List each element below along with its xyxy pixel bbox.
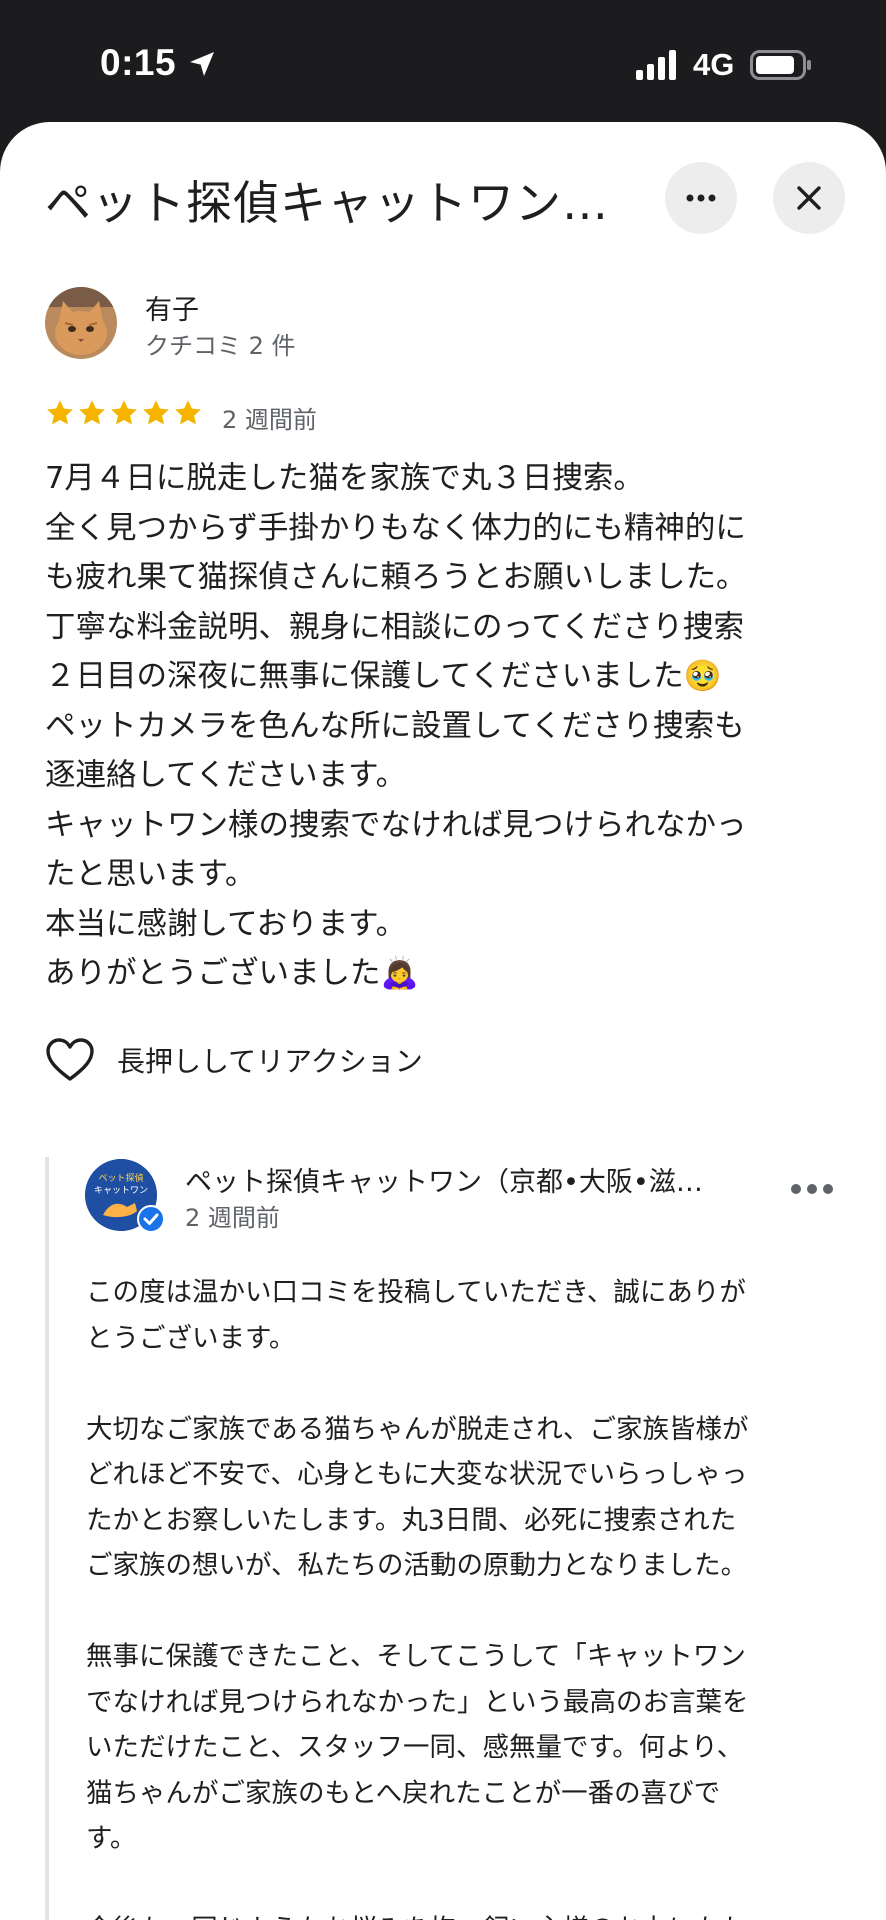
signal-icon (636, 50, 676, 80)
review-sheet: ペット探偵キャットワン… 有子 クチコミ 2 件 2 週間前 7月４日に脱走した… (0, 122, 886, 1920)
reply-line (86, 1361, 846, 1407)
star-icon (143, 400, 169, 425)
reply-line: いただけたこと、スタッフ一同、感無量です。何より、 (86, 1732, 744, 1763)
review-line: 本当に感謝しております。 (45, 906, 407, 942)
reply-line: この度は温かい口コミを投稿していただき、誠にありが (86, 1277, 746, 1308)
star-rating (45, 398, 203, 428)
place-title: ペット探偵キャットワン… (45, 176, 609, 230)
svg-text:ペット探偵: ペット探偵 (98, 1172, 143, 1184)
reply-line: 猫ちゃんがご家族のもとへ戻れたことが一番の喜びで (86, 1777, 721, 1809)
reply-line: 今後も、同じようなお悩みを抱つ飼い主様のお力になれ (86, 1907, 846, 1920)
svg-text:キャットワン: キャットワン (94, 1186, 148, 1196)
more-horizontal-icon (686, 194, 716, 202)
reply-line: たかとお察しいたします。丸3日間、必死に捜索された (86, 1504, 737, 1536)
owner-reply-text: この度は温かい口コミを投稿していただき、誠にありが とうございます。大切なご家族で… (86, 1270, 846, 1920)
close-icon (797, 186, 821, 210)
review-line: 逐連絡してくださいます。 (45, 758, 407, 793)
status-time: 0:15 (100, 42, 177, 83)
location-arrow-icon (190, 52, 214, 76)
review-date: 2 週間前 (222, 406, 317, 434)
reply-line: でなければ見つけられなかった」という最高のお言葉を (86, 1686, 749, 1718)
review-line: も疲れ果て猫探偵さんに頼ろうとお願いしました。 (45, 560, 747, 595)
star-icon (47, 400, 73, 425)
review-line: たと思います。 (45, 857, 256, 892)
cat-photo-avatar (45, 287, 117, 359)
reply-line: す。 (86, 1823, 137, 1854)
reply-line: ご家族の想いが、私たちの活動の原動力となりました。 (86, 1550, 748, 1581)
reply-line (86, 1589, 846, 1635)
battery-icon (750, 50, 811, 80)
review-text: 7月４日に脱走した猫を家族で丸３日捜索。全く見つからず手掛かりもなく体力的にも精… (45, 454, 845, 999)
reply-line: どれほど不安で、心身ともに大変な状況でいらっしゃっ (86, 1459, 748, 1490)
reply-divider (45, 1157, 49, 1920)
review-line: 7月４日に脱走した猫を家族で丸３日捜索。 (45, 461, 644, 496)
review-line: 全く見つからず手掛かりもなく体力的にも精神的に (45, 510, 746, 546)
verified-badge-icon (137, 1205, 165, 1233)
reaction-label: 長押ししてリアクション (117, 1045, 423, 1078)
review-line: ペットカメラを色んな所に設置してくださり捜索も (45, 708, 745, 744)
reviewer-avatar[interactable] (45, 287, 117, 359)
star-icon (79, 400, 105, 425)
star-icon (175, 400, 201, 425)
reaction-button[interactable]: 長押ししてリアクション (45, 1037, 423, 1083)
reply-line: とうございます。 (86, 1322, 296, 1354)
network-type: 4G (693, 47, 735, 82)
star-icon (111, 400, 137, 425)
reply-line (86, 1862, 846, 1908)
heart-icon (46, 1038, 94, 1081)
status-bar: 0:15 4G (0, 0, 886, 122)
owner-name[interactable]: ペット探偵キャットワン（京都•大阪•滋… (185, 1160, 745, 1199)
review-line: 丁寧な料金説明、親身に相談にのってくださり捜索 (45, 609, 745, 645)
owner-reply-more-icon[interactable] (790, 1182, 834, 1196)
reply-line: 大切なご家族である猫ちゃんが脱走され、ご家族皆様が (86, 1413, 749, 1445)
review-line: ２日目の深夜に無事に保護してくださいました🥹 (45, 659, 722, 694)
review-line: ありがとうございました🙇‍♀️ (45, 956, 419, 991)
reviewer-name[interactable]: 有子 (145, 288, 199, 327)
reply-line: 無事に保護できたこと、そしてこうして「キャットワン (86, 1641, 746, 1672)
owner-reply-date: 2 週間前 (185, 1204, 280, 1232)
reviewer-review-count: クチコミ 2 件 (145, 332, 296, 360)
review-line: キャットワン様の捜索でなければ見つけられなかっ (45, 807, 747, 843)
more-options-button[interactable] (665, 162, 737, 234)
close-button[interactable] (773, 162, 845, 234)
